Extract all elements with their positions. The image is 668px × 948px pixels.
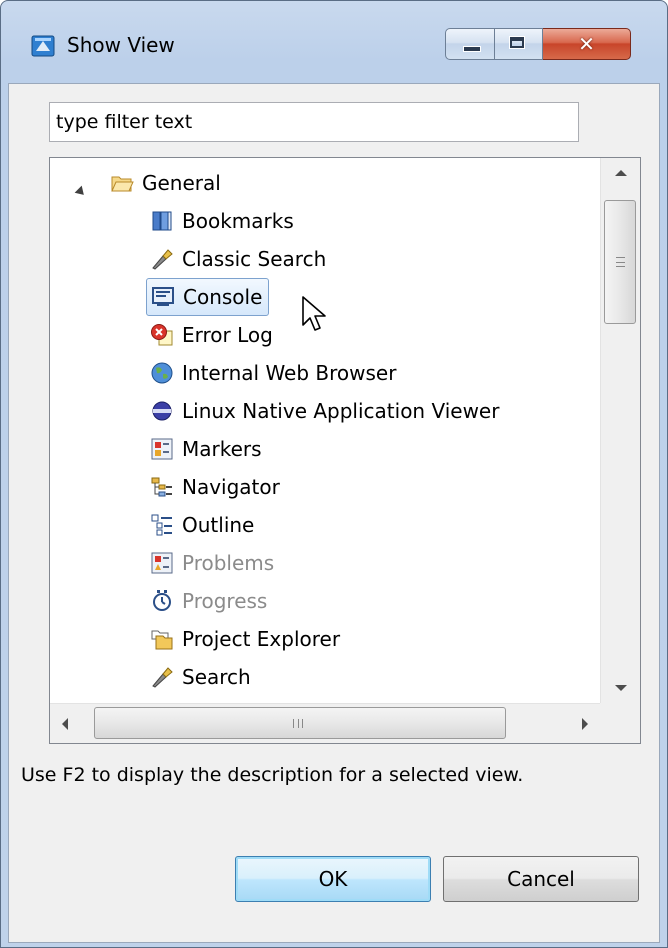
tree-item-label: Navigator (182, 475, 280, 499)
tree-item-markers[interactable]: Markers (150, 430, 262, 468)
close-button[interactable]: ✕ (543, 28, 631, 60)
tree-category-label: General (142, 171, 221, 195)
tree-item-label: Classic Search (182, 247, 327, 271)
tree-item-label: Console (183, 285, 263, 309)
globe-icon (151, 362, 173, 384)
window-title: Show View (67, 33, 175, 57)
arrow-up-icon (615, 170, 627, 176)
error-log-icon (151, 324, 173, 346)
tree-item-project-explorer[interactable]: Project Explorer (150, 620, 340, 658)
progress-icon (153, 590, 171, 611)
tree-viewport: General Bookmarks Classic Search Console… (50, 158, 600, 703)
view-tree: General Bookmarks Classic Search Console… (49, 157, 641, 744)
mouse-pointer-icon (302, 296, 326, 331)
tree-item-problems[interactable]: Problems (150, 544, 274, 582)
close-icon: ✕ (578, 32, 595, 56)
tree-item-classic-search[interactable]: Classic Search (150, 240, 326, 278)
arrow-right-icon (582, 718, 588, 730)
scroll-left-button[interactable] (50, 704, 80, 744)
scroll-down-button[interactable] (601, 673, 641, 703)
title-bar[interactable]: Show View ✕ (1, 1, 667, 83)
tree-item-label: Project Explorer (182, 627, 341, 651)
maximize-button[interactable] (495, 28, 543, 60)
tree-item-label: Outline (182, 513, 255, 537)
project-explorer-icon (151, 630, 173, 650)
dialog-body: type filter text General Bookmarks Class… (8, 83, 660, 943)
flashlight-icon (152, 249, 173, 270)
tree-item-internal-web-browser[interactable]: Internal Web Browser (150, 354, 396, 392)
vertical-scroll-thumb[interactable] (604, 200, 636, 324)
arrow-left-icon (62, 718, 68, 730)
tree-item-outline[interactable]: Outline (150, 506, 254, 544)
tree-item-error-log[interactable]: Error Log (150, 316, 273, 354)
markers-icon (151, 438, 173, 460)
tree-item-bookmarks[interactable]: Bookmarks (150, 202, 294, 240)
grip-icon (616, 257, 625, 267)
filter-input[interactable]: type filter text (49, 102, 579, 142)
scroll-right-button[interactable] (570, 704, 600, 744)
show-view-dialog: Show View ✕ type filter text General Boo… (0, 0, 668, 948)
maximize-icon (509, 36, 525, 49)
tree-item-navigator[interactable]: Navigator (150, 468, 280, 506)
minimize-icon (463, 46, 481, 52)
native-app-icon (152, 401, 172, 421)
eclipse-view-icon (31, 35, 55, 57)
tree-item-label: Problems (182, 551, 275, 575)
grip-icon (293, 719, 303, 728)
scroll-up-button[interactable] (601, 158, 641, 188)
tree-item-label: Bookmarks (182, 209, 294, 233)
horizontal-scroll-thumb[interactable] (94, 707, 506, 739)
expander-expanded-icon[interactable] (74, 185, 88, 199)
tree-category-general[interactable]: General (50, 164, 221, 202)
console-icon (152, 287, 174, 306)
arrow-down-icon (615, 685, 627, 691)
tree-item-linux-native-application-viewer[interactable]: Linux Native Application Viewer (150, 392, 499, 430)
vertical-scrollbar[interactable] (600, 158, 640, 703)
horizontal-scrollbar[interactable] (50, 703, 600, 743)
bookmarks-icon (152, 211, 172, 231)
tree-item-label: Progress (182, 589, 268, 613)
outline-icon (151, 514, 172, 536)
minimize-button[interactable] (445, 28, 495, 60)
scroll-corner (600, 703, 640, 743)
navigator-icon (151, 477, 172, 497)
tree-item-label: Internal Web Browser (182, 361, 397, 385)
tree-item-label: Linux Native Application Viewer (182, 399, 500, 423)
description-hint: Use F2 to display the description for a … (21, 764, 524, 786)
tree-item-progress[interactable]: Progress (150, 582, 267, 620)
cancel-button[interactable]: Cancel (443, 856, 639, 902)
flashlight-icon (152, 667, 173, 688)
caption-buttons: ✕ (445, 28, 643, 62)
ok-button[interactable]: OK (235, 856, 431, 902)
open-folder-icon (111, 176, 134, 192)
tree-item-label: Search (182, 665, 251, 689)
tree-item-search[interactable]: Search (150, 658, 251, 696)
tree-item-label: Markers (182, 437, 262, 461)
tree-item-console[interactable]: Console (146, 278, 270, 316)
problems-icon (151, 552, 173, 574)
tree-item-label: Error Log (182, 323, 273, 347)
